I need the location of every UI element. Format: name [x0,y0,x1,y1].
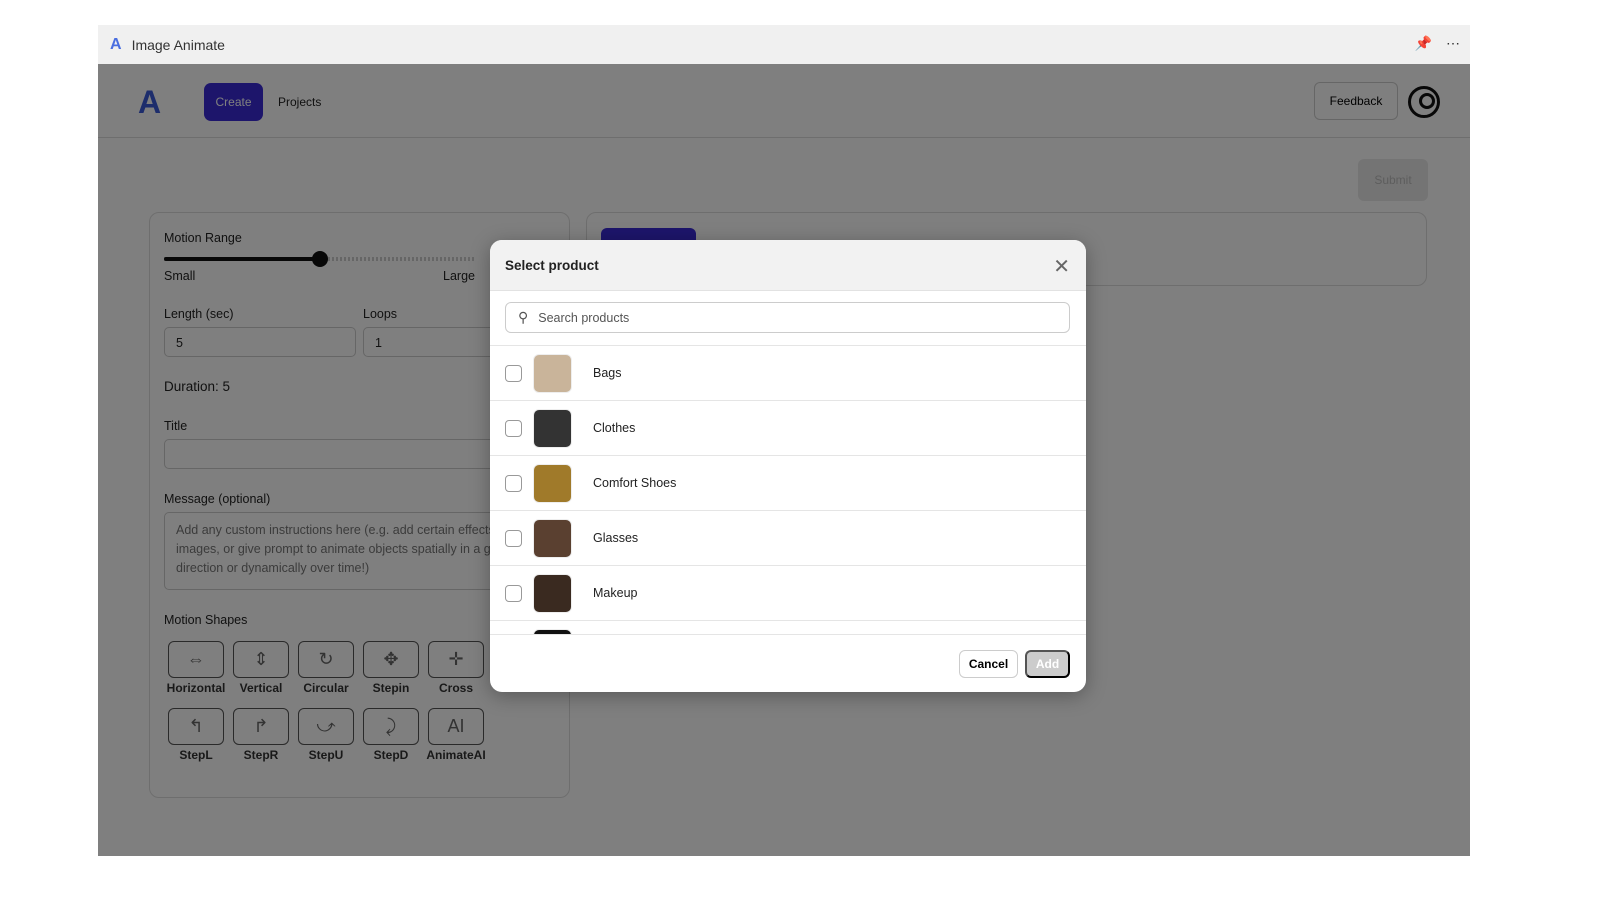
product-label: Comfort Shoes [593,476,677,490]
product-checkbox[interactable] [505,419,522,437]
product-row[interactable]: Bags [490,346,1086,401]
close-icon[interactable]: ✕ [1053,254,1070,279]
product-label: Glasses [593,531,639,545]
pin-icon[interactable]: 📌 [1415,35,1432,52]
more-icon[interactable]: ⋯ [1446,35,1460,52]
add-button[interactable]: Add [1025,650,1070,678]
search-placeholder: Search products [538,310,630,325]
product-row[interactable]: Makeup [490,566,1086,621]
product-thumbnail [533,573,572,613]
product-checkbox[interactable] [505,364,522,382]
product-row[interactable]: Glasses [490,511,1086,566]
product-row[interactable]: Clothes [490,401,1086,456]
dialog-footer: Cancel Add [490,634,1086,692]
window-title: Image Animate [131,36,225,53]
product-thumbnail [533,353,572,393]
product-row[interactable] [490,621,1086,634]
search-products-input[interactable]: ⚲ Search products [505,302,1070,333]
search-icon: ⚲ [518,309,529,325]
app-logo-icon: A [110,35,122,53]
product-thumbnail [533,408,572,448]
dialog-title: Select product [505,257,599,273]
product-row[interactable]: Comfort Shoes [490,456,1086,511]
product-label: Bags [593,366,622,380]
product-thumbnail [533,463,572,503]
product-thumbnail [533,518,572,558]
product-label: Clothes [593,421,636,435]
product-checkbox[interactable] [505,474,522,492]
title-bar: A Image Animate 📌 ⋯ [98,25,1470,64]
product-checkbox[interactable] [505,584,522,602]
product-checkbox[interactable] [505,529,522,547]
cancel-button[interactable]: Cancel [959,650,1018,678]
product-list[interactable]: Bags Clothes Comfort Shoes Glasses Makeup [490,345,1086,634]
select-product-dialog: Select product ✕ ⚲ Search products Bags C… [490,240,1086,692]
product-label: Makeup [593,586,638,600]
